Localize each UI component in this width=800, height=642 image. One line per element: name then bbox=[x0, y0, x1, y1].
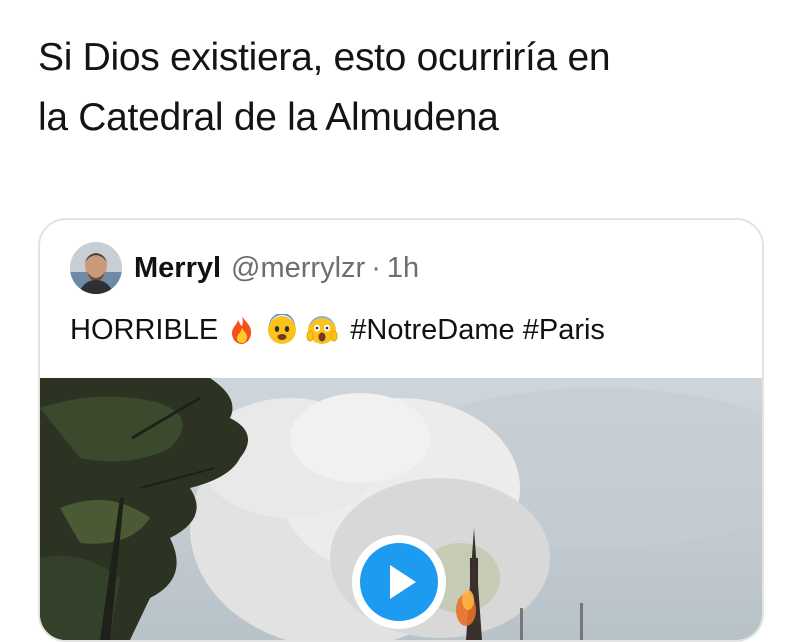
fire-icon bbox=[226, 314, 258, 346]
video-thumbnail[interactable] bbox=[40, 378, 762, 640]
quoted-tweet-word: HORRIBLE bbox=[70, 313, 219, 346]
quoted-tweet-card[interactable]: Merryl @merrylzr · 1h HORRIBLE #NotreDam… bbox=[38, 218, 764, 642]
play-icon bbox=[360, 543, 438, 621]
author-name[interactable]: Merryl bbox=[134, 252, 221, 285]
play-button[interactable] bbox=[352, 535, 446, 629]
author-handle[interactable]: @merrylzr bbox=[231, 252, 365, 285]
hashtags[interactable]: #NotreDame #Paris bbox=[350, 314, 605, 347]
tweet-text: Si Dios existiera, esto ocurriría en la … bbox=[38, 28, 758, 148]
avatar[interactable] bbox=[70, 242, 122, 294]
separator-dot: · bbox=[371, 251, 381, 284]
tweet-timestamp[interactable]: 1h bbox=[387, 252, 419, 285]
quoted-tweet-text: HORRIBLE #NotreDame #Paris bbox=[70, 310, 605, 350]
screaming-face-icon bbox=[306, 314, 338, 346]
anxious-face-icon bbox=[266, 313, 298, 346]
quoted-tweet-header: Merryl @merrylzr · 1h bbox=[70, 242, 419, 294]
tweet-text-line-1: Si Dios existiera, esto ocurriría en bbox=[38, 36, 611, 79]
tweet-text-line-2: la Catedral de la Almudena bbox=[38, 96, 499, 139]
